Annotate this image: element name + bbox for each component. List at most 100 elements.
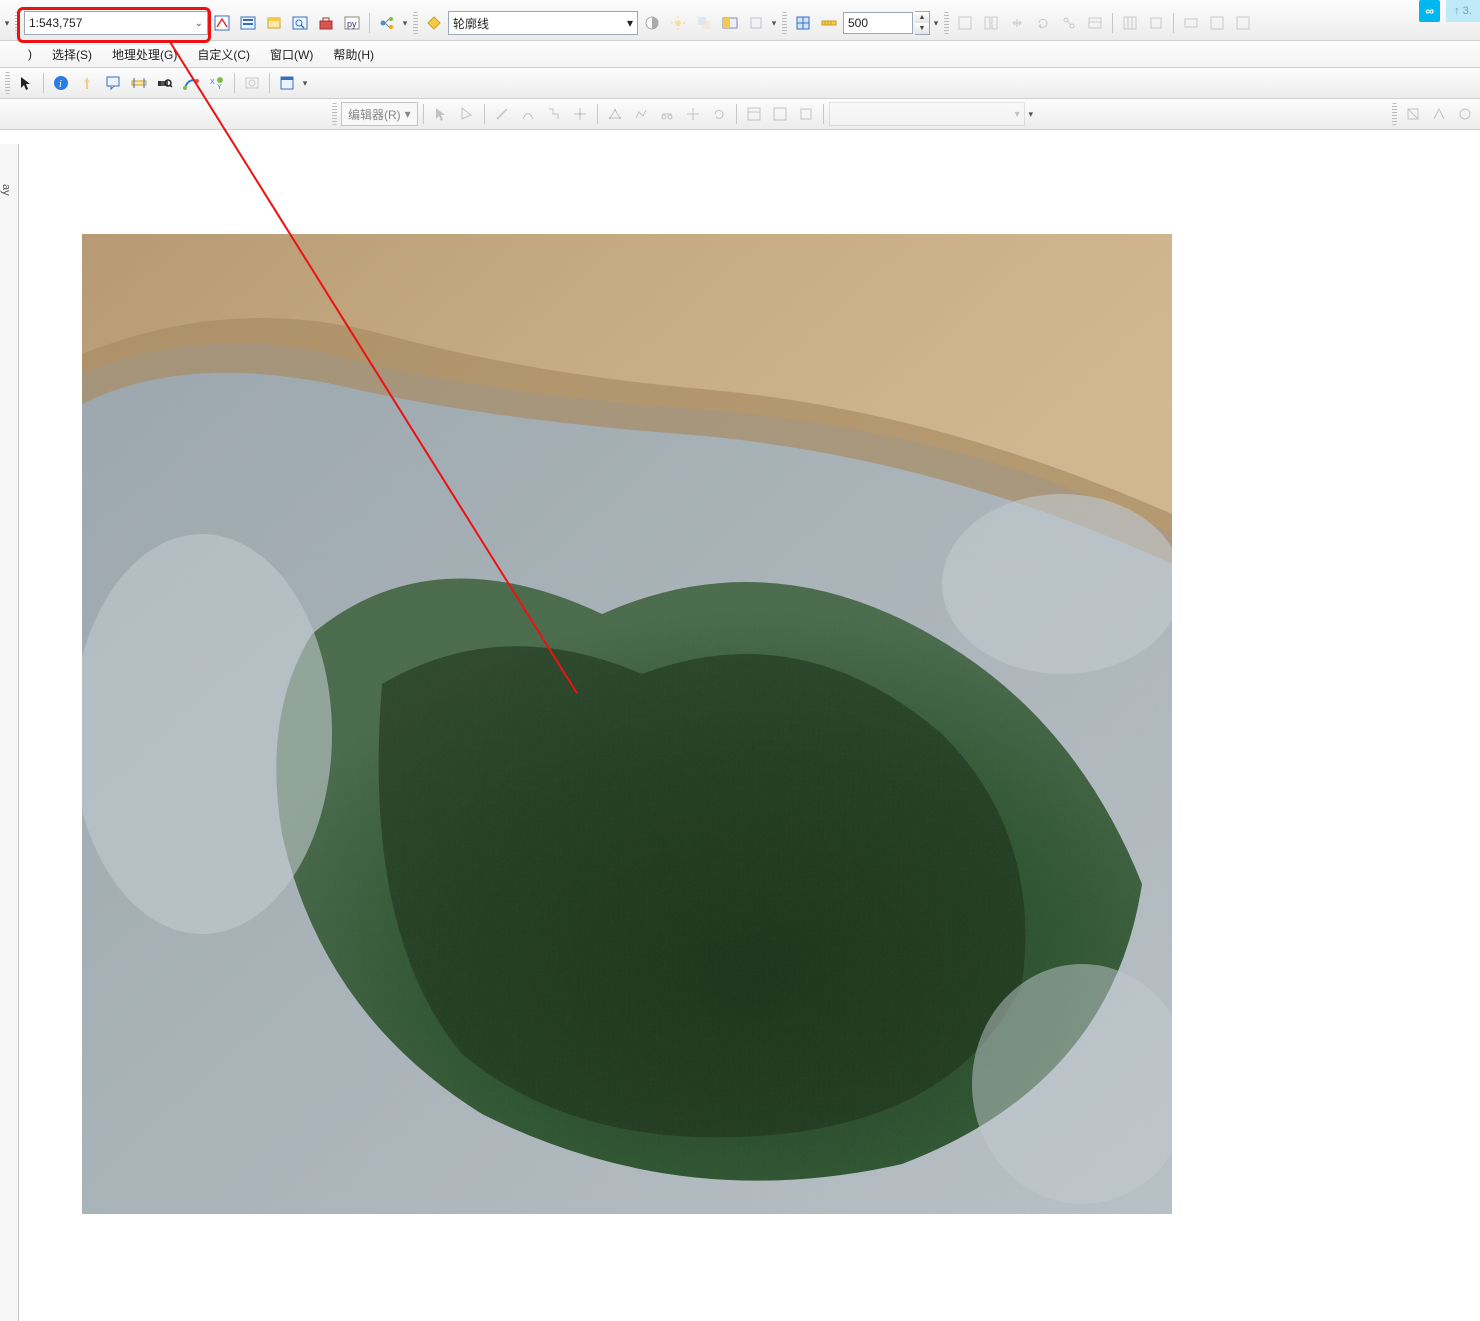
menu-geoprocessing[interactable]: 地理处理(G)	[102, 43, 187, 66]
chevron-down-icon: ▾	[1015, 109, 1020, 120]
edit-trace-icon[interactable]	[542, 102, 566, 126]
georef-pan[interactable]	[1005, 11, 1029, 35]
dropdown-arrow-icon[interactable]: ▾	[401, 12, 409, 34]
edit-split-icon[interactable]	[681, 102, 705, 126]
catalog-icon[interactable]	[262, 11, 286, 35]
snap-2-icon[interactable]	[1427, 102, 1451, 126]
goto-xy-icon[interactable]: XY	[205, 71, 229, 95]
toolbox-icon[interactable]	[314, 11, 338, 35]
menu-help[interactable]: 帮助(H)	[323, 43, 384, 66]
edit-line-icon[interactable]	[490, 102, 514, 126]
snap-3-icon[interactable]	[1453, 102, 1477, 126]
ruler-icon[interactable]	[817, 11, 841, 35]
map-view[interactable]	[22, 144, 1480, 1321]
find-icon[interactable]	[153, 71, 177, 95]
edit-attributes-icon[interactable]	[742, 102, 766, 126]
edit-point-icon[interactable]	[568, 102, 592, 126]
edit-arc-icon[interactable]	[516, 102, 540, 126]
svg-text:Y: Y	[217, 84, 222, 91]
menu-customize[interactable]: 自定义(C)	[187, 43, 260, 66]
python-icon[interactable]: py	[340, 11, 364, 35]
toolbar-grip[interactable]	[944, 12, 949, 34]
dropdown-arrow-icon[interactable]: ▾	[301, 72, 309, 94]
workspace: ay	[0, 144, 1480, 1321]
menu-bar: ) 选择(S) 地理处理(G) 自定义(C) 窗口(W) 帮助(H)	[0, 41, 1480, 68]
flicker-icon[interactable]	[744, 11, 768, 35]
toolbar-handle-icon[interactable]: ▾	[3, 12, 11, 34]
georef-link[interactable]	[1057, 11, 1081, 35]
infinity-icon: ∞	[1425, 4, 1434, 18]
toolbar-separator	[423, 104, 424, 124]
spinner-up-icon[interactable]: ▲	[915, 12, 929, 23]
edit-vertex-icon[interactable]	[603, 102, 627, 126]
effects-layer-combo[interactable]: 轮廓线 ▾	[448, 11, 638, 35]
dropdown-arrow-icon[interactable]: ▾	[1027, 103, 1035, 125]
viewer-window-icon[interactable]	[275, 71, 299, 95]
georef-5[interactable]	[1144, 11, 1168, 35]
app-badge-suffix: ↑ 3.	[1446, 0, 1480, 22]
edit-arrow-icon[interactable]	[455, 102, 479, 126]
transparency-icon[interactable]	[692, 11, 716, 35]
edit-reshape-icon[interactable]	[629, 102, 653, 126]
toolbar-separator	[269, 73, 270, 93]
georef-1[interactable]	[953, 11, 977, 35]
editor-template-combo[interactable]: ▾	[829, 102, 1025, 126]
edit-cut-icon[interactable]	[655, 102, 679, 126]
edit-pointer-icon[interactable]	[429, 102, 453, 126]
identify-icon[interactable]: i	[49, 71, 73, 95]
html-popup-icon[interactable]	[101, 71, 125, 95]
time-slider-icon[interactable]	[240, 71, 264, 95]
menu-select[interactable]: 选择(S)	[42, 43, 102, 66]
toolbar-separator	[823, 104, 824, 124]
georef-grid[interactable]	[1118, 11, 1142, 35]
edit-a-icon[interactable]	[794, 102, 818, 126]
layer-diamond-icon	[422, 11, 446, 35]
left-collapsed-panel[interactable]: ay	[0, 144, 19, 1321]
georef-2[interactable]	[979, 11, 1003, 35]
app-badge: ∞	[1419, 0, 1440, 22]
editor-menu-button[interactable]: 编辑器(R) ▾	[341, 102, 418, 126]
dropdown-arrow-icon[interactable]: ▾	[770, 12, 778, 34]
toolbar-grip[interactable]	[1392, 103, 1397, 125]
hyperlink-icon[interactable]	[75, 71, 99, 95]
menu-partial[interactable]: )	[18, 44, 42, 64]
snap-1-icon[interactable]	[1401, 102, 1425, 126]
model-builder-icon[interactable]	[375, 11, 399, 35]
toolbar-separator	[1173, 13, 1174, 33]
edit-rotate-icon[interactable]	[707, 102, 731, 126]
georef-8[interactable]	[1231, 11, 1255, 35]
toc-icon[interactable]	[236, 11, 260, 35]
buffer-distance-value: 500	[848, 16, 868, 30]
buffer-spinner[interactable]: ▲▼	[915, 11, 930, 35]
toolbar-grip[interactable]	[782, 12, 787, 34]
search-window-icon[interactable]	[288, 11, 312, 35]
georef-6[interactable]	[1179, 11, 1203, 35]
dropdown-arrow-icon[interactable]: ▾	[932, 12, 940, 34]
toolbar-separator	[597, 104, 598, 124]
toolbar-grip[interactable]	[413, 12, 418, 34]
georef-rotate[interactable]	[1031, 11, 1055, 35]
toolbar-separator	[1112, 13, 1113, 33]
measure-icon[interactable]	[127, 71, 151, 95]
buffer-distance-input[interactable]: 500	[843, 12, 913, 34]
toolbar-grip[interactable]	[5, 72, 10, 94]
annotation-highlight-box	[17, 7, 211, 43]
toolbar-grip[interactable]	[332, 103, 337, 125]
georef-table[interactable]	[1083, 11, 1107, 35]
grid-icon[interactable]	[791, 11, 815, 35]
toolbar-separator	[43, 73, 44, 93]
edit-sketch-icon[interactable]	[768, 102, 792, 126]
toolbar-standard: ▾ 1:543,757 ⌄ py ▾ 轮廓线 ▾ ▾ 500 ▲▼ ▾	[0, 0, 1480, 41]
georef-7[interactable]	[1205, 11, 1229, 35]
spinner-down-icon[interactable]: ▼	[915, 23, 929, 34]
editor-toolbar-icon[interactable]	[210, 11, 234, 35]
swipe-icon[interactable]	[718, 11, 742, 35]
menu-window[interactable]: 窗口(W)	[260, 43, 323, 66]
toolbar-tools: i XY ▾	[0, 68, 1480, 99]
contrast-icon[interactable]	[640, 11, 664, 35]
toolbar-separator	[369, 13, 370, 33]
brightness-icon[interactable]	[666, 11, 690, 35]
pointer-icon[interactable]	[14, 71, 38, 95]
svg-text:X: X	[210, 79, 215, 86]
satellite-image	[82, 234, 1172, 1214]
